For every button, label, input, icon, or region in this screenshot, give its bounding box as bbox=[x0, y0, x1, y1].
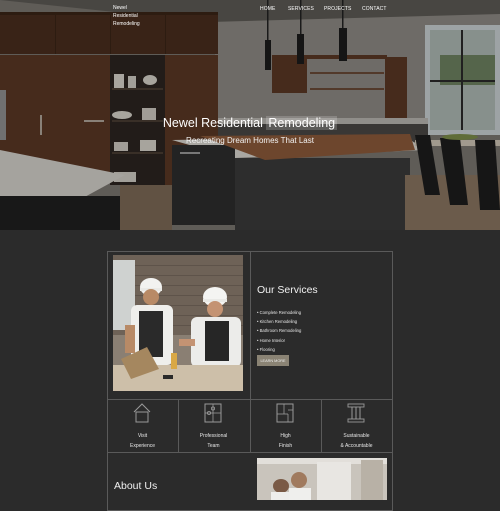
feature-line-1: High bbox=[280, 433, 291, 439]
nav-services-link[interactable]: SERVICES bbox=[288, 6, 314, 12]
floorplan-icon bbox=[276, 403, 294, 423]
service-item-label: Flooring bbox=[259, 346, 275, 352]
puzzle-icon bbox=[204, 403, 222, 423]
service-item: • Flooring bbox=[257, 346, 275, 352]
service-item-label: Complete Remodeling bbox=[259, 310, 302, 315]
kitchen-hero-image bbox=[0, 0, 500, 230]
main-nav: HOME SERVICES PROJECTS CONTACT bbox=[0, 6, 500, 14]
divider bbox=[107, 452, 393, 453]
feature-line-1: Visit bbox=[137, 433, 148, 439]
feature-line-2: Team bbox=[207, 442, 220, 449]
nav-home-link[interactable]: HOME bbox=[260, 6, 275, 12]
nav-contact-link[interactable]: CONTACT bbox=[362, 6, 387, 12]
feature-professional-team: Professional Team bbox=[178, 400, 249, 452]
feature-line-1: Sustainable bbox=[343, 433, 370, 439]
service-item: • Home Interior bbox=[257, 337, 286, 343]
service-item-label: Kitchen Remodeling bbox=[259, 319, 298, 325]
services-heading: Our Services bbox=[257, 284, 318, 296]
hero-title-highlight: Remodeling bbox=[266, 116, 338, 130]
service-item: • Bathroom Remodeling bbox=[257, 328, 302, 334]
workers-image bbox=[113, 255, 243, 391]
feature-high-finish: High Finish bbox=[250, 400, 321, 452]
about-image bbox=[257, 458, 387, 500]
feature-line-2: & Accountable bbox=[340, 442, 373, 449]
hero-title: Newel Residential Remodeling bbox=[0, 116, 500, 130]
service-item: • Complete Remodeling bbox=[257, 310, 302, 315]
brand-line-3: Remodeling bbox=[113, 21, 140, 27]
feature-sustainable-accountable: Sustainable & Accountable bbox=[321, 400, 392, 452]
house-icon bbox=[133, 403, 151, 423]
services-list: • Complete Remodeling • Kitchen Remodeli… bbox=[257, 308, 301, 354]
feature-line-1: Professional bbox=[199, 433, 228, 439]
service-item-label: Home Interior bbox=[259, 337, 286, 343]
hero-section: Newel Residential Remodeling HOME SERVIC… bbox=[0, 0, 500, 230]
pillars-icon bbox=[347, 403, 365, 423]
feature-line-2: Experience bbox=[129, 442, 155, 449]
divider bbox=[250, 251, 251, 400]
feature-line-2: Finish bbox=[278, 442, 293, 449]
hero-title-main: Newel Residential bbox=[162, 116, 263, 130]
about-heading: About Us bbox=[114, 480, 158, 492]
learn-more-button[interactable]: LEARN MORE bbox=[257, 355, 289, 366]
service-item: • Kitchen Remodeling bbox=[257, 319, 298, 325]
feature-visit-experience: Visit Experience bbox=[107, 400, 178, 452]
hero-subtitle: Recreating Dream Homes That Last bbox=[186, 136, 314, 145]
service-item-label: Bathroom Remodeling bbox=[259, 328, 302, 334]
nav-projects-link[interactable]: PROJECTS bbox=[324, 6, 351, 12]
